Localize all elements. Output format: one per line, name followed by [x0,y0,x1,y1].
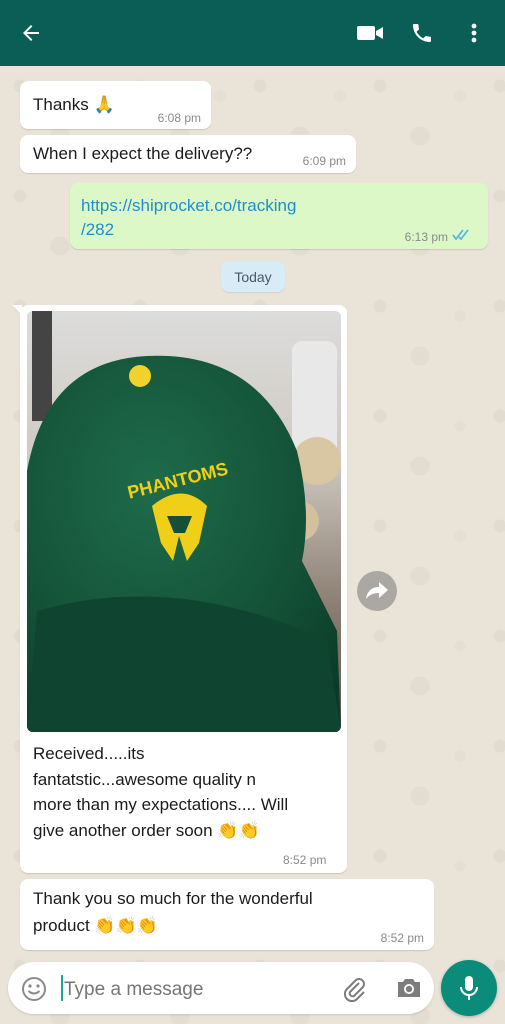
message-time: 6:08 pm [157,111,201,125]
emoji-icon [22,977,46,1001]
bubble-tail [12,305,22,315]
more-vert-icon [471,23,477,43]
forward-arrow-icon [366,582,388,599]
chat-header [0,0,505,66]
photo-attachment[interactable]: PHANTOMS [27,311,341,732]
message-time: 8:52 pm [380,931,424,945]
tracking-link[interactable]: https://shiprocket.co/tracking /282 [81,194,296,242]
forward-button[interactable] [357,571,397,611]
date-separator: Today [221,261,285,292]
message-bubble-incoming[interactable]: Thanks 🙏 6:08 pm [20,81,211,129]
message-bubble-incoming[interactable]: When I expect the delivery?? 6:09 pm [20,135,356,173]
mic-icon [460,976,478,1000]
double-check-icon [452,229,469,241]
message-bubble-outgoing[interactable]: https://shiprocket.co/tracking /282 6:13… [70,183,488,249]
voice-record-button[interactable] [441,960,497,1016]
menu-button[interactable] [457,16,491,50]
message-time: 6:09 pm [302,154,346,168]
image-caption: Received.....its fantatstic...awesome qu… [33,744,289,840]
attach-button[interactable] [341,975,369,1003]
emoji-button[interactable] [21,976,47,1002]
phone-icon [413,24,431,42]
camera-button[interactable] [395,976,423,1000]
video-call-button[interactable] [353,16,387,50]
message-text: Thank you so much for the wonderful prod… [33,889,313,935]
message-time: 6:13 pm [404,230,448,244]
message-bubble-incoming[interactable]: Thank you so much for the wonderful prod… [20,879,434,950]
message-text: When I expect the delivery?? [33,144,253,163]
voice-call-button[interactable] [405,16,439,50]
message-time: 8:52 pm [283,853,327,867]
message-text: Thanks 🙏 [33,95,115,114]
paperclip-icon [343,978,365,1003]
camera-icon [398,979,420,997]
video-call-icon [357,26,383,40]
cap-photo: PHANTOMS [27,311,341,732]
back-button[interactable] [14,16,48,50]
arrow-left-icon [23,25,39,41]
message-input[interactable] [62,974,326,1006]
